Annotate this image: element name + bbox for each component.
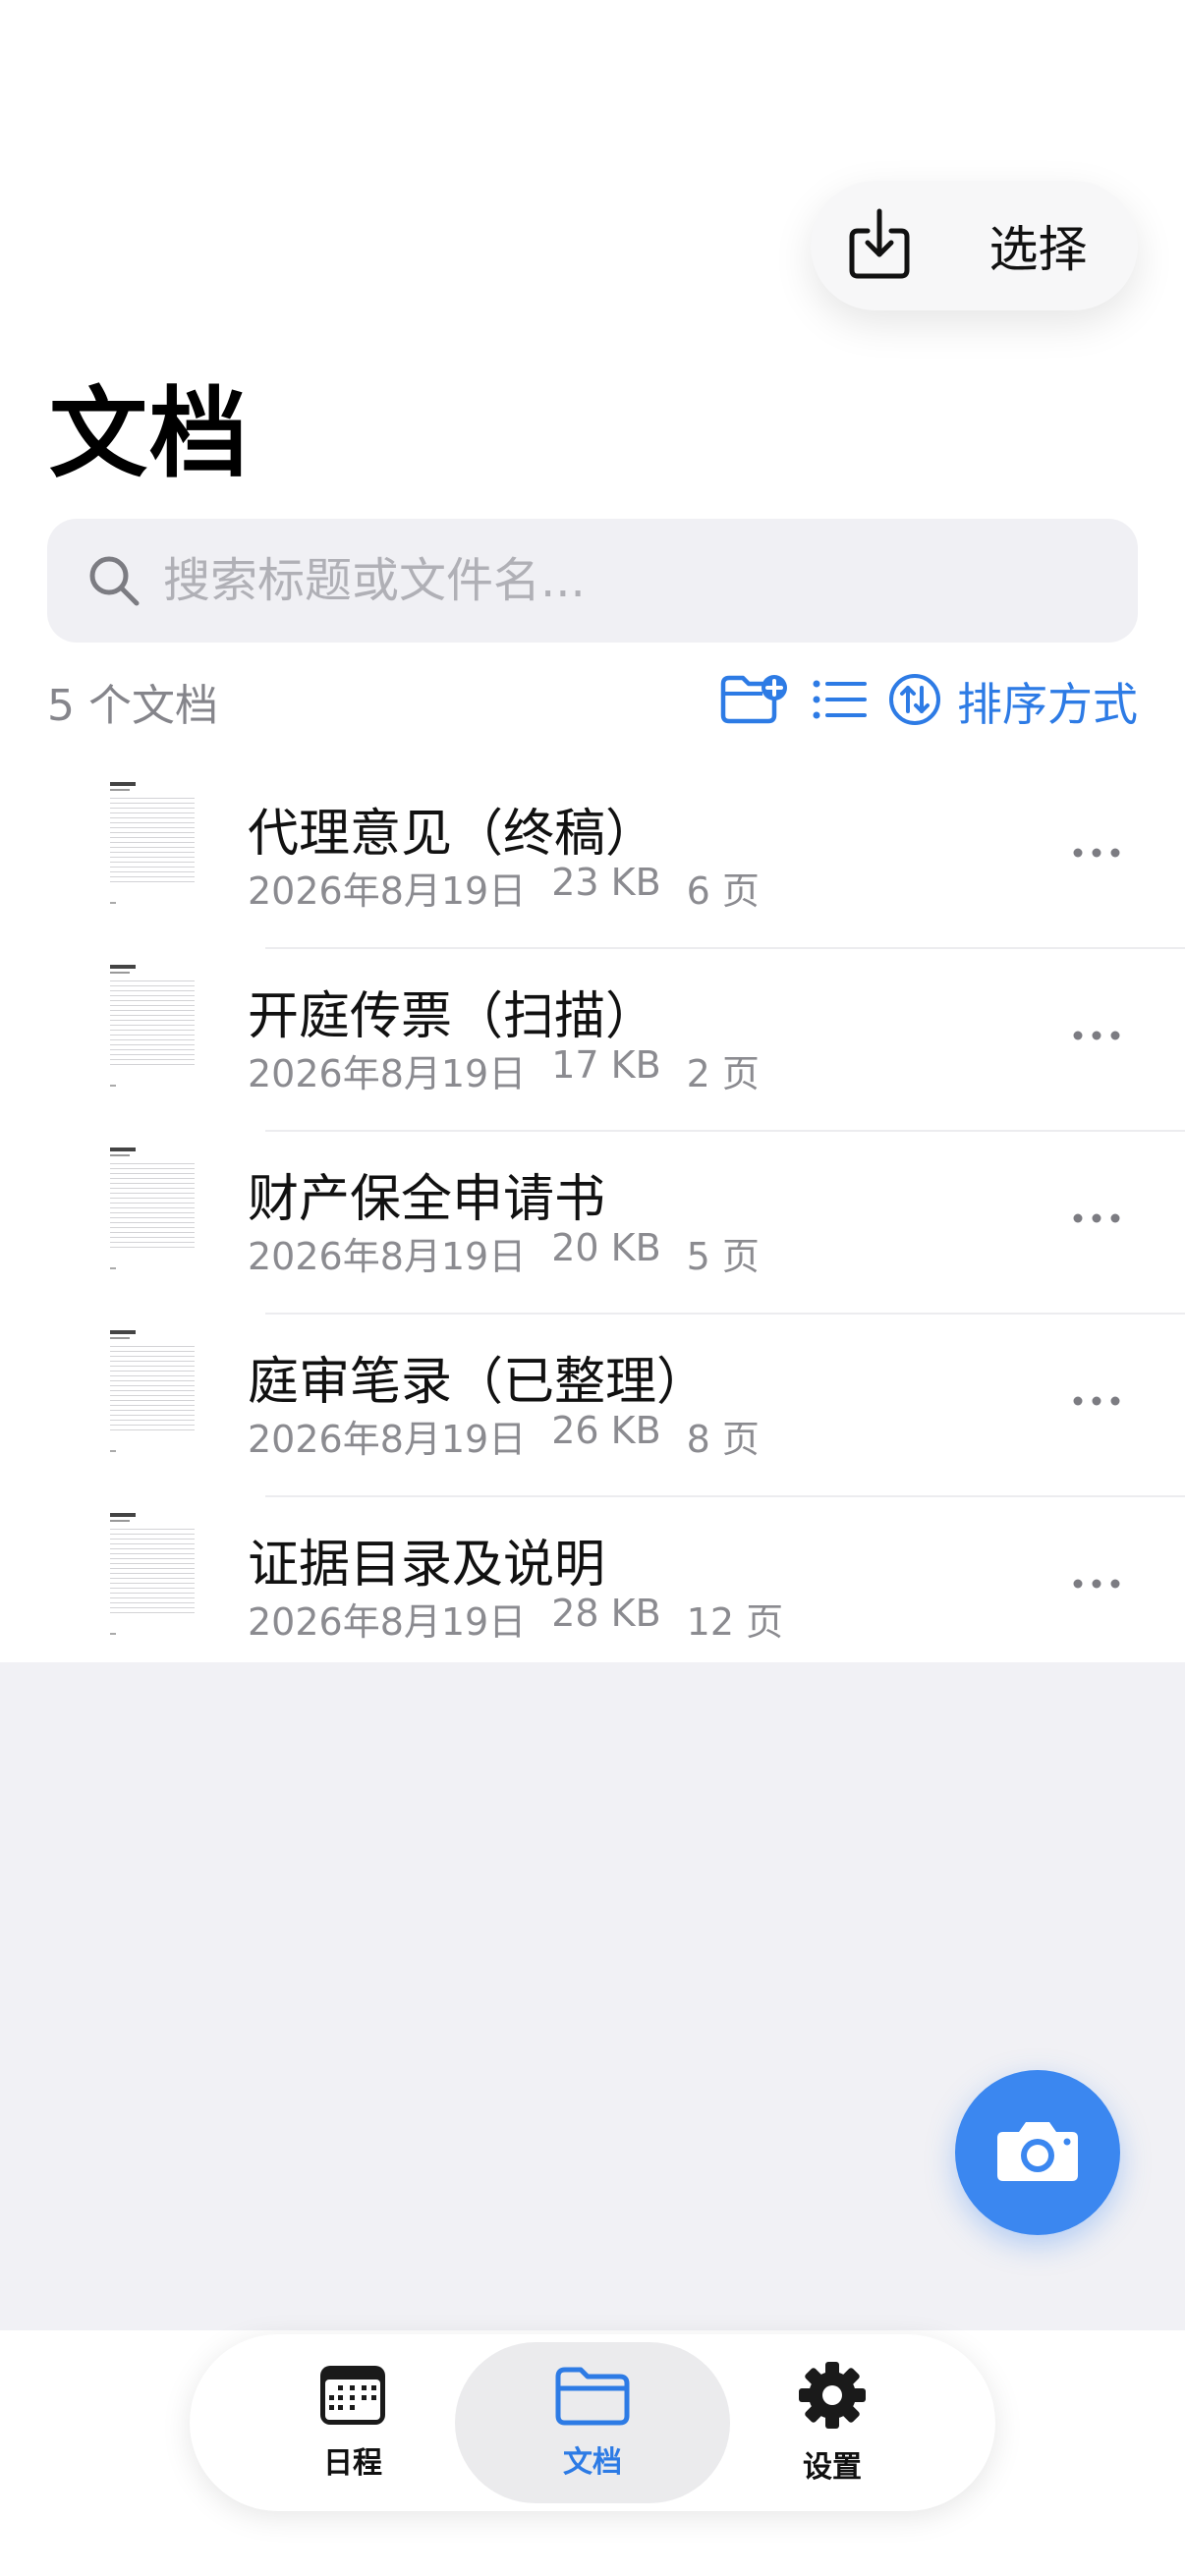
list-icon	[812, 678, 867, 725]
import-button[interactable]	[811, 181, 948, 310]
document-row[interactable]: 代理意见（终稿） 2026年8月19日 23 KB 6 页	[0, 766, 1185, 949]
search-bar[interactable]	[47, 519, 1138, 643]
document-list: 代理意见（终稿） 2026年8月19日 23 KB 6 页 开庭传票（扫描） 2…	[0, 766, 1185, 1680]
page-title: 文档	[49, 376, 250, 491]
document-row[interactable]: 开庭传票（扫描） 2026年8月19日 17 KB 2 页	[0, 949, 1185, 1132]
document-date: 2026年8月19日	[248, 1052, 527, 1095]
document-meta: 2026年8月19日 17 KB 2 页	[248, 1043, 785, 1097]
folder-plus-icon	[719, 672, 788, 731]
calendar-icon	[318, 2364, 387, 2431]
document-row[interactable]: 证据目录及说明 2026年8月19日 28 KB 12 页	[0, 1497, 1185, 1680]
ellipsis-icon	[1072, 1575, 1121, 1594]
ellipsis-icon	[1072, 1027, 1121, 1045]
document-size: 17 KB	[551, 1043, 661, 1087]
search-input[interactable]	[161, 552, 1108, 609]
tab-label: 设置	[803, 2450, 862, 2485]
document-size: 20 KB	[551, 1226, 661, 1269]
more-button[interactable]	[1057, 1006, 1136, 1065]
document-meta: 2026年8月19日 28 KB 12 页	[248, 1592, 809, 1646]
document-date: 2026年8月19日	[248, 1235, 527, 1278]
document-thumbnail	[106, 1328, 197, 1456]
search-icon	[85, 551, 143, 610]
scan-camera-button[interactable]	[955, 2070, 1120, 2235]
document-meta: 2026年8月19日 23 KB 6 页	[248, 861, 785, 915]
ellipsis-icon	[1072, 1392, 1121, 1411]
document-size: 23 KB	[551, 861, 661, 904]
new-folder-button[interactable]	[719, 672, 788, 731]
document-row[interactable]: 庭审笔录（已整理） 2026年8月19日 26 KB 8 页	[0, 1315, 1185, 1497]
more-button[interactable]	[1057, 1554, 1136, 1613]
document-size: 26 KB	[551, 1409, 661, 1452]
more-button[interactable]	[1057, 1372, 1136, 1430]
document-title: 代理意见（终稿）	[248, 805, 657, 864]
tab-bar: 日程 文档 设置	[190, 2334, 995, 2511]
tab-settings[interactable]: 设置	[695, 2342, 970, 2503]
document-row[interactable]: 财产保全申请书 2026年8月19日 20 KB 5 页	[0, 1132, 1185, 1315]
document-meta: 2026年8月19日 20 KB 5 页	[248, 1226, 785, 1280]
top-action-pill: 选择	[811, 181, 1138, 310]
document-size: 28 KB	[551, 1592, 661, 1635]
document-pages: 5 页	[686, 1235, 760, 1278]
sort-label: 排序方式	[957, 678, 1138, 731]
document-title: 庭审笔录（已整理）	[248, 1353, 708, 1412]
list-toolbar: 5 个文档 排序方式	[47, 660, 1138, 743]
tab-label: 日程	[323, 2446, 382, 2481]
document-pages: 6 页	[686, 869, 760, 913]
document-pages: 12 页	[686, 1600, 784, 1644]
sort-button[interactable]: 排序方式	[888, 669, 1138, 734]
document-title: 财产保全申请书	[248, 1170, 606, 1229]
document-date: 2026年8月19日	[248, 1600, 527, 1644]
document-thumbnail	[106, 1146, 197, 1273]
ellipsis-icon	[1072, 1209, 1121, 1228]
document-count: 5 个文档	[47, 681, 218, 731]
document-meta: 2026年8月19日 26 KB 8 页	[248, 1409, 785, 1463]
document-thumbnail	[106, 1511, 197, 1639]
folder-icon	[554, 2365, 631, 2430]
document-date: 2026年8月19日	[248, 869, 527, 913]
tab-label: 文档	[563, 2445, 622, 2480]
tab-schedule[interactable]: 日程	[215, 2342, 490, 2503]
document-title: 开庭传票（扫描）	[248, 987, 657, 1046]
gear-icon	[797, 2360, 868, 2435]
document-title: 证据目录及说明	[248, 1536, 606, 1595]
camera-icon	[995, 2118, 1080, 2187]
tray-arrow-down-icon	[848, 207, 911, 284]
more-button[interactable]	[1057, 823, 1136, 882]
tab-documents[interactable]: 文档	[455, 2342, 730, 2503]
more-button[interactable]	[1057, 1189, 1136, 1248]
list-background	[0, 1662, 1185, 2330]
toolbar-actions: 排序方式	[719, 669, 1138, 734]
list-view-button[interactable]	[812, 678, 867, 725]
select-button[interactable]: 选择	[948, 181, 1138, 310]
document-pages: 8 页	[686, 1418, 760, 1461]
document-pages: 2 页	[686, 1052, 760, 1095]
ellipsis-icon	[1072, 844, 1121, 863]
document-thumbnail	[106, 780, 197, 908]
document-thumbnail	[106, 963, 197, 1091]
sort-arrows-icon	[888, 673, 941, 730]
document-date: 2026年8月19日	[248, 1418, 527, 1461]
